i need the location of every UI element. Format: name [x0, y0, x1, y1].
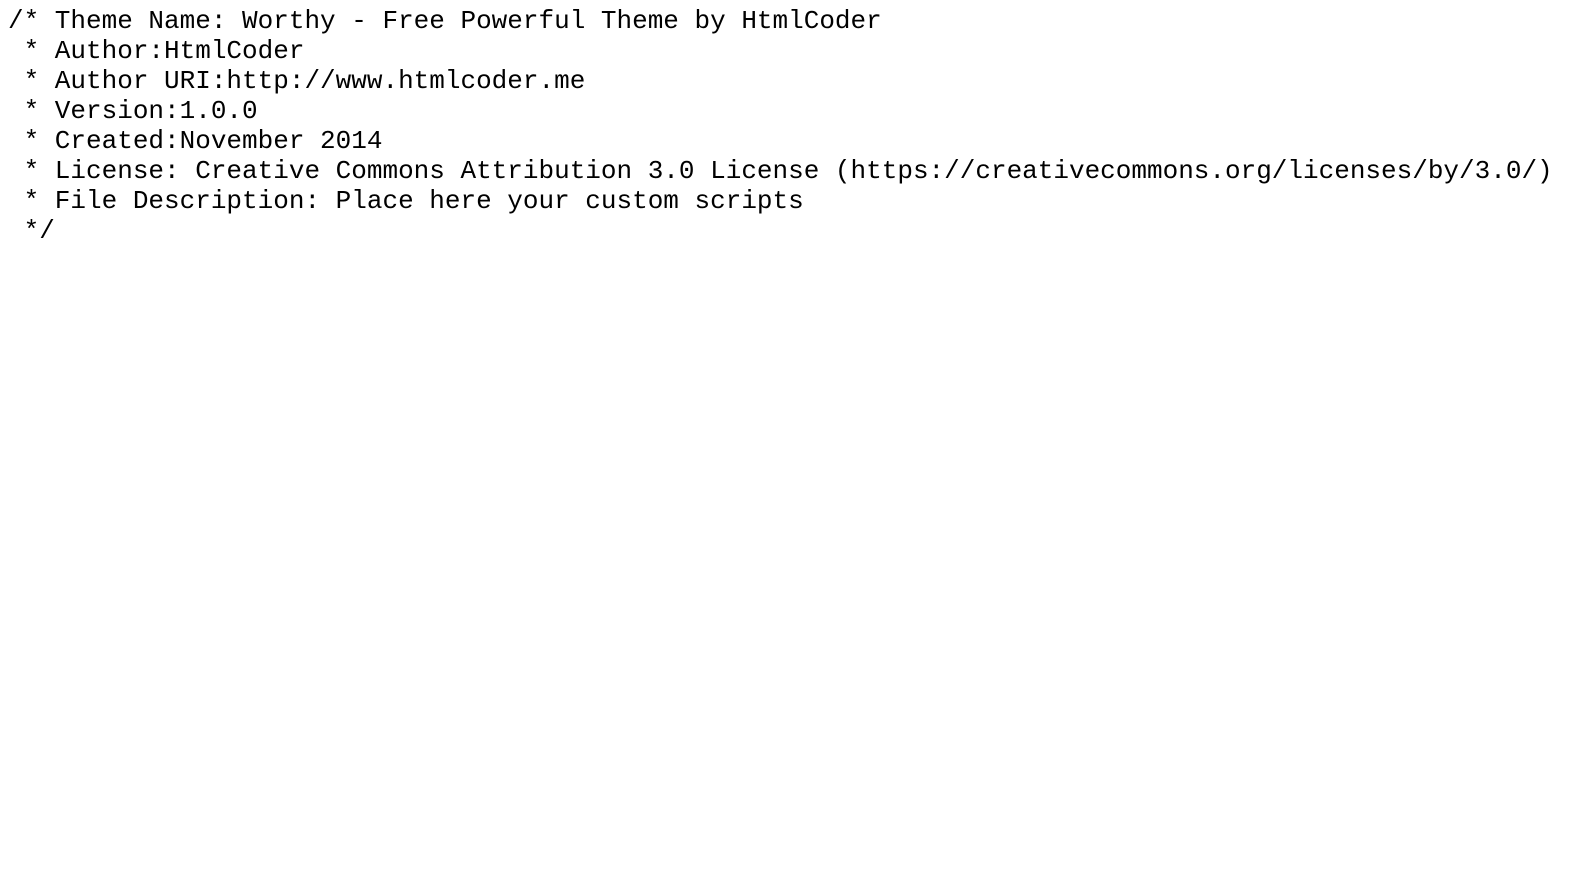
comment-line-license: * License: Creative Commons Attribution … [8, 156, 1553, 186]
comment-line-version: * Version:1.0.0 [8, 96, 258, 126]
comment-line-author: * Author:HtmlCoder [8, 36, 305, 66]
comment-line-created: * Created:November 2014 [8, 126, 383, 156]
comment-line-author-uri: * Author URI:http://www.htmlcoder.me [8, 66, 586, 96]
comment-line-file-description: * File Description: Place here your cust… [8, 186, 804, 216]
comment-line-close: */ [8, 216, 55, 246]
plain-text-viewer: /* Theme Name: Worthy - Free Powerful Th… [0, 0, 1574, 872]
file-content: /* Theme Name: Worthy - Free Powerful Th… [8, 6, 1574, 246]
comment-line-theme-name: /* Theme Name: Worthy - Free Powerful Th… [8, 6, 882, 36]
